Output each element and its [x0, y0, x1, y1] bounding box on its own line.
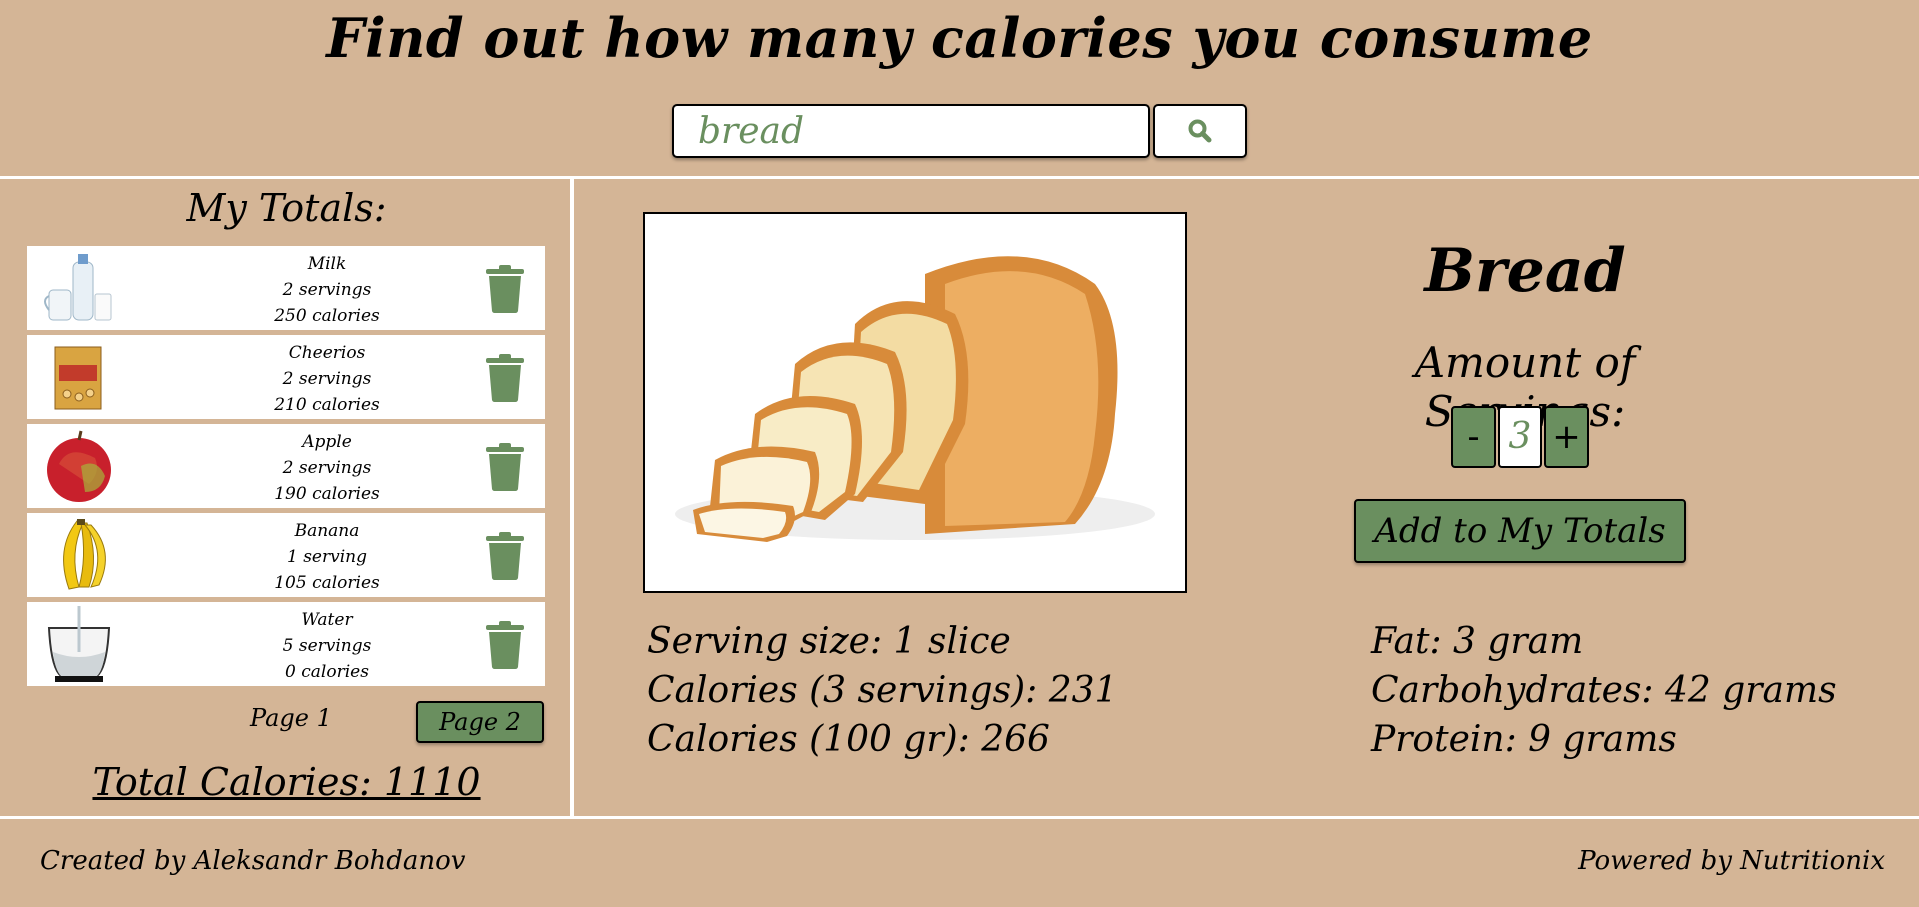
- search-input[interactable]: [672, 104, 1150, 158]
- water-glass-icon: [47, 606, 111, 682]
- food-item-servings: 1 serving: [286, 547, 367, 567]
- nutrition-info-right: Fat: 3 gram Carbohydrates: 42 grams Prot…: [1371, 617, 1837, 764]
- food-item-servings: 2 servings: [282, 369, 372, 389]
- servings-value[interactable]: 3: [1498, 406, 1542, 468]
- food-item-name: Apple: [302, 432, 352, 452]
- trash-icon[interactable]: [484, 443, 526, 491]
- list-item: Banana 1 serving 105 calories: [27, 513, 545, 597]
- footer-credit: Created by Aleksandr Bohdanov: [40, 846, 466, 876]
- page-2-button[interactable]: Page 2: [416, 701, 544, 743]
- search-icon: [1188, 119, 1212, 143]
- food-item-text: Apple 2 servings 190 calories: [157, 429, 497, 507]
- food-item-calories: 210 calories: [274, 395, 380, 415]
- food-item-name: Water: [301, 610, 353, 630]
- food-item-text: Water 5 servings 0 calories: [157, 607, 497, 685]
- trash-icon[interactable]: [484, 532, 526, 580]
- food-item-name: Milk: [307, 254, 347, 274]
- list-item: Milk 2 servings 250 calories: [27, 246, 545, 330]
- banana-icon: [63, 519, 106, 590]
- food-item-calories: 105 calories: [274, 573, 380, 593]
- footer-powered-by: Powered by Nutritionix: [1578, 846, 1885, 876]
- trash-icon[interactable]: [484, 621, 526, 669]
- milk-icon: [44, 254, 112, 321]
- food-image: [643, 212, 1187, 593]
- list-item: Water 5 servings 0 calories: [27, 602, 545, 686]
- food-item-calories: 250 calories: [274, 306, 380, 326]
- add-to-totals-button[interactable]: Add to My Totals: [1354, 499, 1686, 563]
- sidebar-divider: [570, 179, 574, 816]
- cheerios-icon: [54, 346, 102, 410]
- trash-icon[interactable]: [484, 265, 526, 313]
- increment-button[interactable]: +: [1544, 406, 1589, 468]
- food-item-servings: 5 servings: [282, 636, 372, 656]
- food-item-text: Banana 1 serving 105 calories: [157, 518, 497, 596]
- footer-divider: [0, 816, 1919, 819]
- food-item-name: Banana: [294, 521, 360, 541]
- total-calories: Total Calories: 1110: [92, 760, 481, 804]
- food-name-heading: Bread: [1424, 236, 1626, 306]
- nutrition-info-left: Serving size: 1 slice Calories (3 servin…: [647, 617, 1117, 764]
- search-button[interactable]: [1153, 104, 1247, 158]
- calories-servings: Calories (3 servings): 231: [647, 670, 1118, 711]
- page-title: Find out how many calories you consume: [326, 6, 1593, 70]
- food-item-text: Cheerios 2 servings 210 calories: [157, 340, 497, 418]
- header-divider: [0, 176, 1919, 179]
- fat-value: Fat: 3 gram: [1371, 621, 1584, 662]
- servings-stepper: - 3 +: [1451, 406, 1589, 468]
- apple-icon: [47, 430, 111, 502]
- header: Find out how many calories you consume: [0, 0, 1919, 176]
- food-item-name: Cheerios: [288, 343, 366, 363]
- calories-100g: Calories (100 gr): 266: [647, 719, 1050, 760]
- list-item: Apple 2 servings 190 calories: [27, 424, 545, 508]
- food-item-text: Milk 2 servings 250 calories: [157, 251, 497, 329]
- food-item-servings: 2 servings: [282, 458, 372, 478]
- serving-size: Serving size: 1 slice: [647, 621, 1011, 662]
- protein-value: Protein: 9 grams: [1371, 719, 1677, 760]
- carbohydrates-value: Carbohydrates: 42 grams: [1371, 670, 1837, 711]
- food-item-servings: 2 servings: [282, 280, 372, 300]
- trash-icon[interactable]: [484, 354, 526, 402]
- decrement-button[interactable]: -: [1451, 406, 1496, 468]
- my-totals-heading: My Totals:: [186, 186, 387, 230]
- totals-list: Milk 2 servings 250 calories Cheerios 2 …: [27, 246, 545, 691]
- bread-image: [645, 214, 1185, 591]
- list-item: Cheerios 2 servings 210 calories: [27, 335, 545, 419]
- food-item-calories: 190 calories: [274, 484, 380, 504]
- food-item-calories: 0 calories: [285, 662, 369, 682]
- current-page-label: Page 1: [250, 704, 332, 732]
